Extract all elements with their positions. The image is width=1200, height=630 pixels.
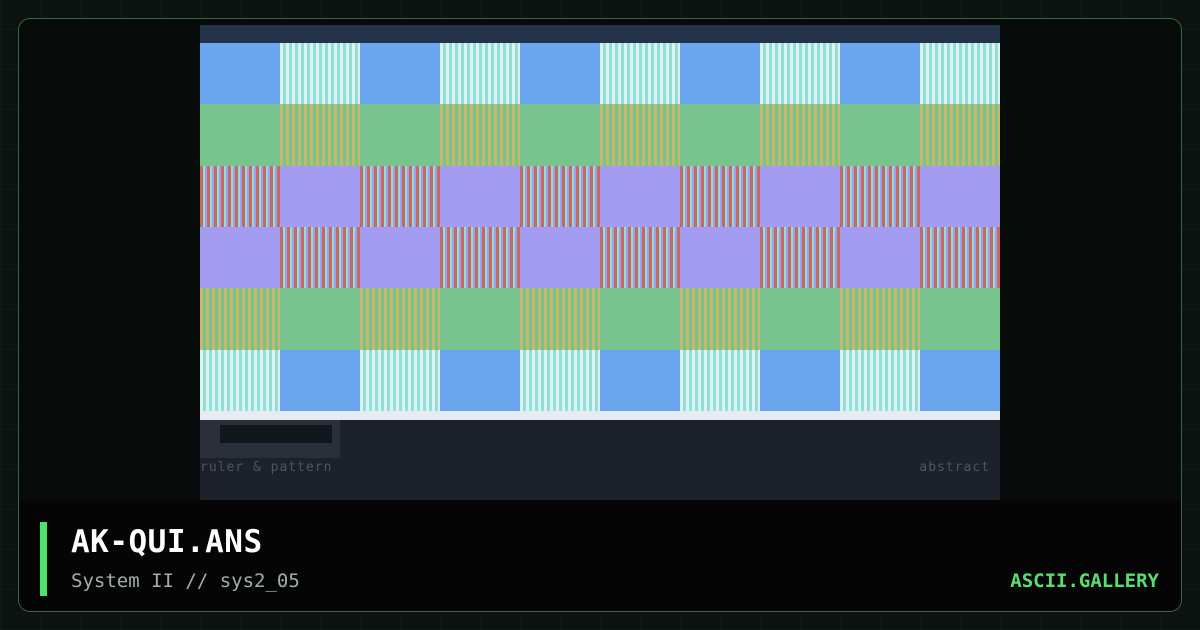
pattern-cell xyxy=(200,288,280,350)
pattern-cell xyxy=(520,349,600,411)
pattern-cell xyxy=(760,165,840,227)
pattern-cell xyxy=(680,165,760,227)
artwork-subtitle: System II // sys2_05 xyxy=(71,570,300,592)
pattern-cell xyxy=(520,104,600,166)
pattern-cell xyxy=(360,349,440,411)
pattern-cell xyxy=(680,104,760,166)
artwork-label-box xyxy=(200,420,340,458)
pattern-cell xyxy=(920,43,1000,105)
artwork-preview[interactable]: ruler & pattern abstract xyxy=(200,25,1000,500)
pattern-cell xyxy=(600,288,680,350)
page: ruler & pattern abstract AK-QUI.ANS Syst… xyxy=(0,0,1200,630)
pattern-cell xyxy=(360,288,440,350)
pattern-cell xyxy=(440,349,520,411)
artwork-bottom-band xyxy=(200,411,1000,420)
pattern-cell xyxy=(280,43,360,105)
pattern-cell xyxy=(760,104,840,166)
pattern-cell xyxy=(360,104,440,166)
pattern-cell xyxy=(440,43,520,105)
pattern-cell xyxy=(680,288,760,350)
pattern-cell xyxy=(920,226,1000,289)
pattern-cell xyxy=(280,226,360,289)
pattern-cell xyxy=(840,349,920,411)
pattern-cell xyxy=(680,349,760,411)
pattern-cell xyxy=(520,288,600,350)
pattern-cell xyxy=(200,349,280,411)
artwork-label-tab xyxy=(220,425,332,443)
pattern-cell xyxy=(840,226,920,289)
pattern-cell xyxy=(520,43,600,105)
pattern-cell xyxy=(600,226,680,289)
pattern-cell xyxy=(920,288,1000,350)
pattern-cell xyxy=(760,226,840,289)
pattern-cell xyxy=(520,226,600,289)
pattern-cell xyxy=(360,43,440,105)
pattern-cell xyxy=(760,288,840,350)
pattern-cell xyxy=(600,104,680,166)
pattern-cell xyxy=(280,165,360,227)
info-bar: AK-QUI.ANS System II // sys2_05 ASCII.GA… xyxy=(19,501,1181,611)
artwork-title: AK-QUI.ANS xyxy=(71,524,263,560)
pattern-cell xyxy=(200,104,280,166)
pattern-cell xyxy=(280,288,360,350)
pattern-cell xyxy=(840,104,920,166)
pattern-cell xyxy=(760,43,840,105)
pattern-cell xyxy=(360,226,440,289)
artwork-caption-right: abstract xyxy=(919,460,990,475)
pattern-cell xyxy=(920,104,1000,166)
pattern-cell xyxy=(440,165,520,227)
pattern-cell xyxy=(520,165,600,227)
pattern-cell xyxy=(600,349,680,411)
pattern-cell xyxy=(920,349,1000,411)
artwork-pattern-grid xyxy=(200,43,1000,411)
pattern-cell xyxy=(360,165,440,227)
pattern-cell xyxy=(680,226,760,289)
pattern-cell xyxy=(200,43,280,105)
card-frame: ruler & pattern abstract AK-QUI.ANS Syst… xyxy=(18,18,1182,612)
pattern-cell xyxy=(760,349,840,411)
pattern-cell xyxy=(440,104,520,166)
pattern-cell xyxy=(600,165,680,227)
artwork-caption-left: ruler & pattern xyxy=(200,460,333,475)
pattern-cell xyxy=(920,165,1000,227)
artwork-top-band xyxy=(200,25,1000,43)
pattern-cell xyxy=(840,288,920,350)
artwork-footer-area: ruler & pattern abstract xyxy=(200,420,1000,500)
pattern-cell xyxy=(280,104,360,166)
pattern-cell xyxy=(200,165,280,227)
accent-bar xyxy=(40,522,47,596)
pattern-cell xyxy=(600,43,680,105)
pattern-cell xyxy=(680,43,760,105)
pattern-cell xyxy=(440,288,520,350)
pattern-cell xyxy=(280,349,360,411)
pattern-cell xyxy=(200,226,280,289)
pattern-cell xyxy=(840,165,920,227)
pattern-cell xyxy=(840,43,920,105)
site-link[interactable]: ASCII.GALLERY xyxy=(1010,570,1159,592)
pattern-cell xyxy=(440,226,520,289)
